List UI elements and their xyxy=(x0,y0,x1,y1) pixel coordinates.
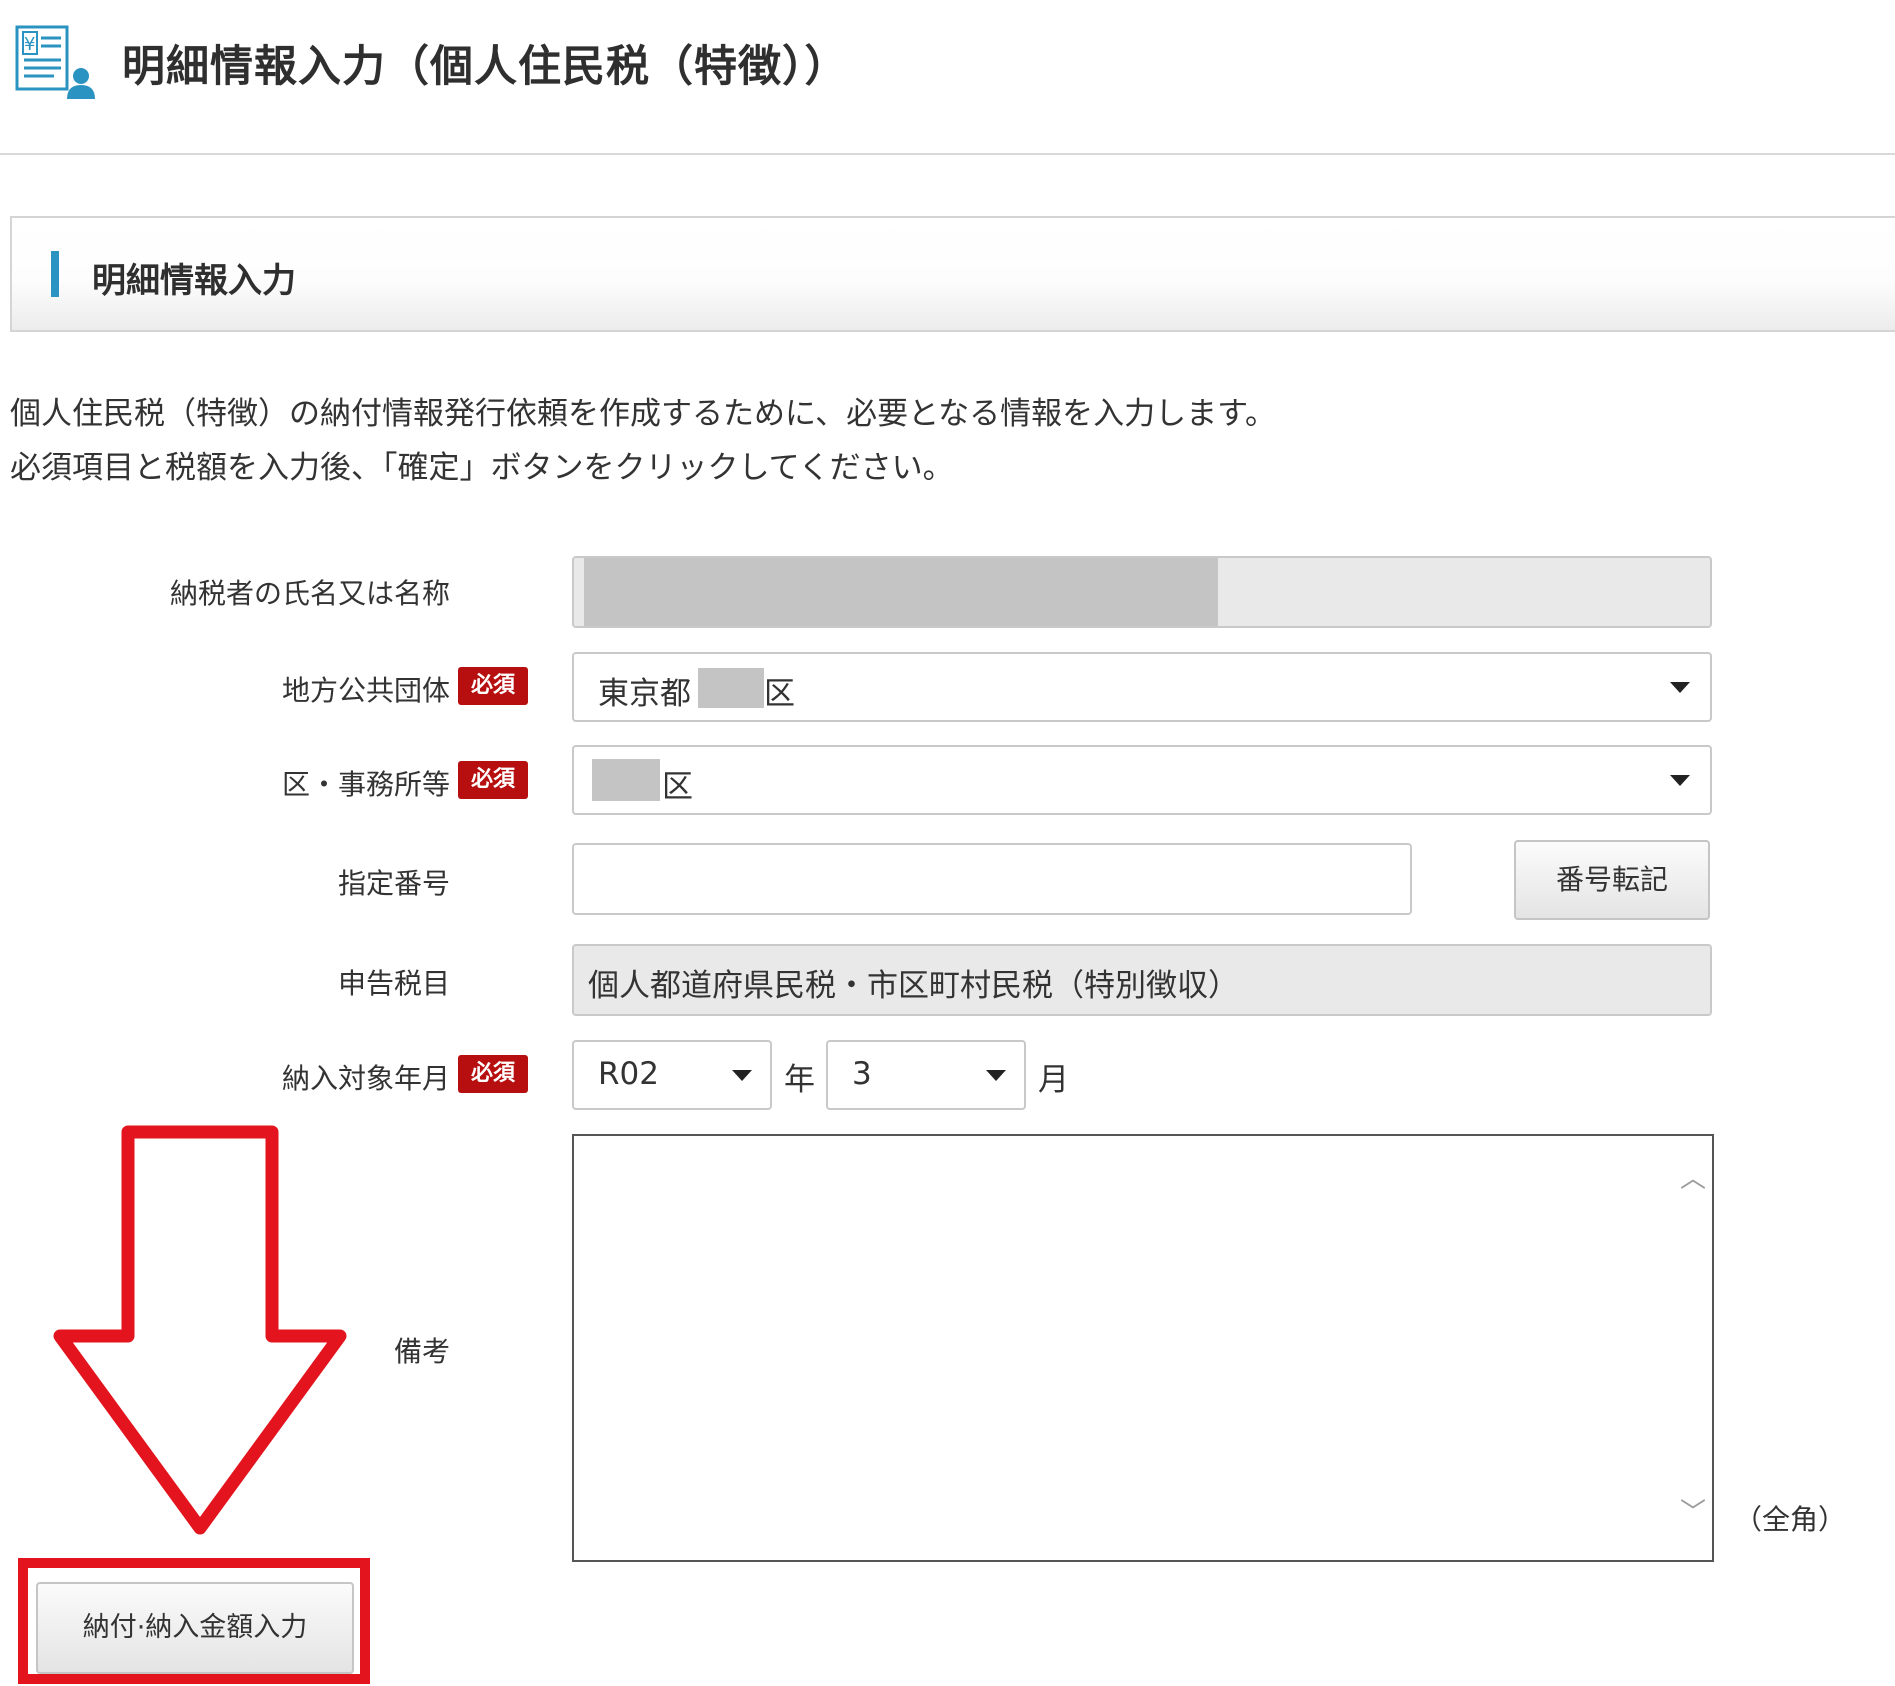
payment-period-label: 納入対象年月 xyxy=(281,1062,450,1095)
chevron-down-icon xyxy=(986,1070,1006,1081)
year-select[interactable]: R02 xyxy=(572,1040,772,1110)
required-badge: 必須 xyxy=(458,1055,528,1093)
down-arrow-annotation-icon xyxy=(40,1124,360,1544)
local-government-label: 地方公共団体 xyxy=(281,674,450,707)
scroll-down-icon[interactable]: ﹀ xyxy=(1680,1500,1706,1526)
required-badge: 必須 xyxy=(458,667,528,705)
number-transfer-button[interactable]: 番号転記 xyxy=(1514,840,1710,920)
taxpayer-name-field xyxy=(572,556,1712,628)
svg-text:¥: ¥ xyxy=(24,34,35,55)
ward-office-value-suffix: 区 xyxy=(662,769,693,805)
redacted-ward-mask xyxy=(592,759,660,801)
local-government-value-prefix: 東京都 xyxy=(598,676,691,712)
required-badge: 必須 xyxy=(458,761,528,799)
header-divider xyxy=(0,153,1895,155)
year-value: R02 xyxy=(598,1056,659,1092)
ward-office-label: 区・事務所等 xyxy=(281,768,450,801)
designated-number-input[interactable] xyxy=(572,843,1412,915)
taxpayer-name-label: 納税者の氏名又は名称 xyxy=(169,577,450,610)
section-accent-bar xyxy=(51,251,59,297)
scroll-up-icon[interactable]: ︿ xyxy=(1680,1166,1706,1192)
chevron-down-icon xyxy=(1670,682,1690,693)
month-select[interactable]: 3 xyxy=(826,1040,1026,1110)
highlight-frame-annotation xyxy=(18,1558,370,1684)
month-value: 3 xyxy=(852,1056,872,1092)
ward-office-select[interactable]: 区 xyxy=(572,745,1712,815)
chevron-down-icon xyxy=(732,1070,752,1081)
redacted-city-mask xyxy=(698,668,764,708)
tax-item-value: 個人都道府県民税・市区町村民税（特別徴収） xyxy=(588,968,1239,1004)
chevron-down-icon xyxy=(1670,775,1690,786)
redacted-name-mask xyxy=(584,558,1218,626)
tax-item-field: 個人都道府県民税・市区町村民税（特別徴収） xyxy=(572,944,1712,1016)
tax-item-label: 申告税目 xyxy=(337,967,450,1000)
intro-text-line-2: 必須項目と税額を入力後、「確定」ボタンをクリックしてください。 xyxy=(10,450,954,486)
page-title: 明細情報入力（個人住民税（特徴）） xyxy=(122,42,849,92)
section-title: 明細情報入力 xyxy=(92,261,296,301)
local-government-value-suffix: 区 xyxy=(764,676,795,712)
designated-number-label: 指定番号 xyxy=(337,867,450,900)
remarks-note: （全角） xyxy=(1734,1503,1847,1536)
year-unit: 年 xyxy=(784,1062,815,1098)
tax-document-user-icon: ¥ xyxy=(14,24,98,100)
remarks-textarea[interactable]: ︿ ﹀ xyxy=(572,1134,1714,1562)
local-government-select[interactable]: 東京都 区 xyxy=(572,652,1712,722)
intro-text-line-1: 個人住民税（特徴）の納付情報発行依頼を作成するために、必要となる情報を入力します… xyxy=(10,396,1277,432)
month-unit: 月 xyxy=(1038,1062,1069,1098)
